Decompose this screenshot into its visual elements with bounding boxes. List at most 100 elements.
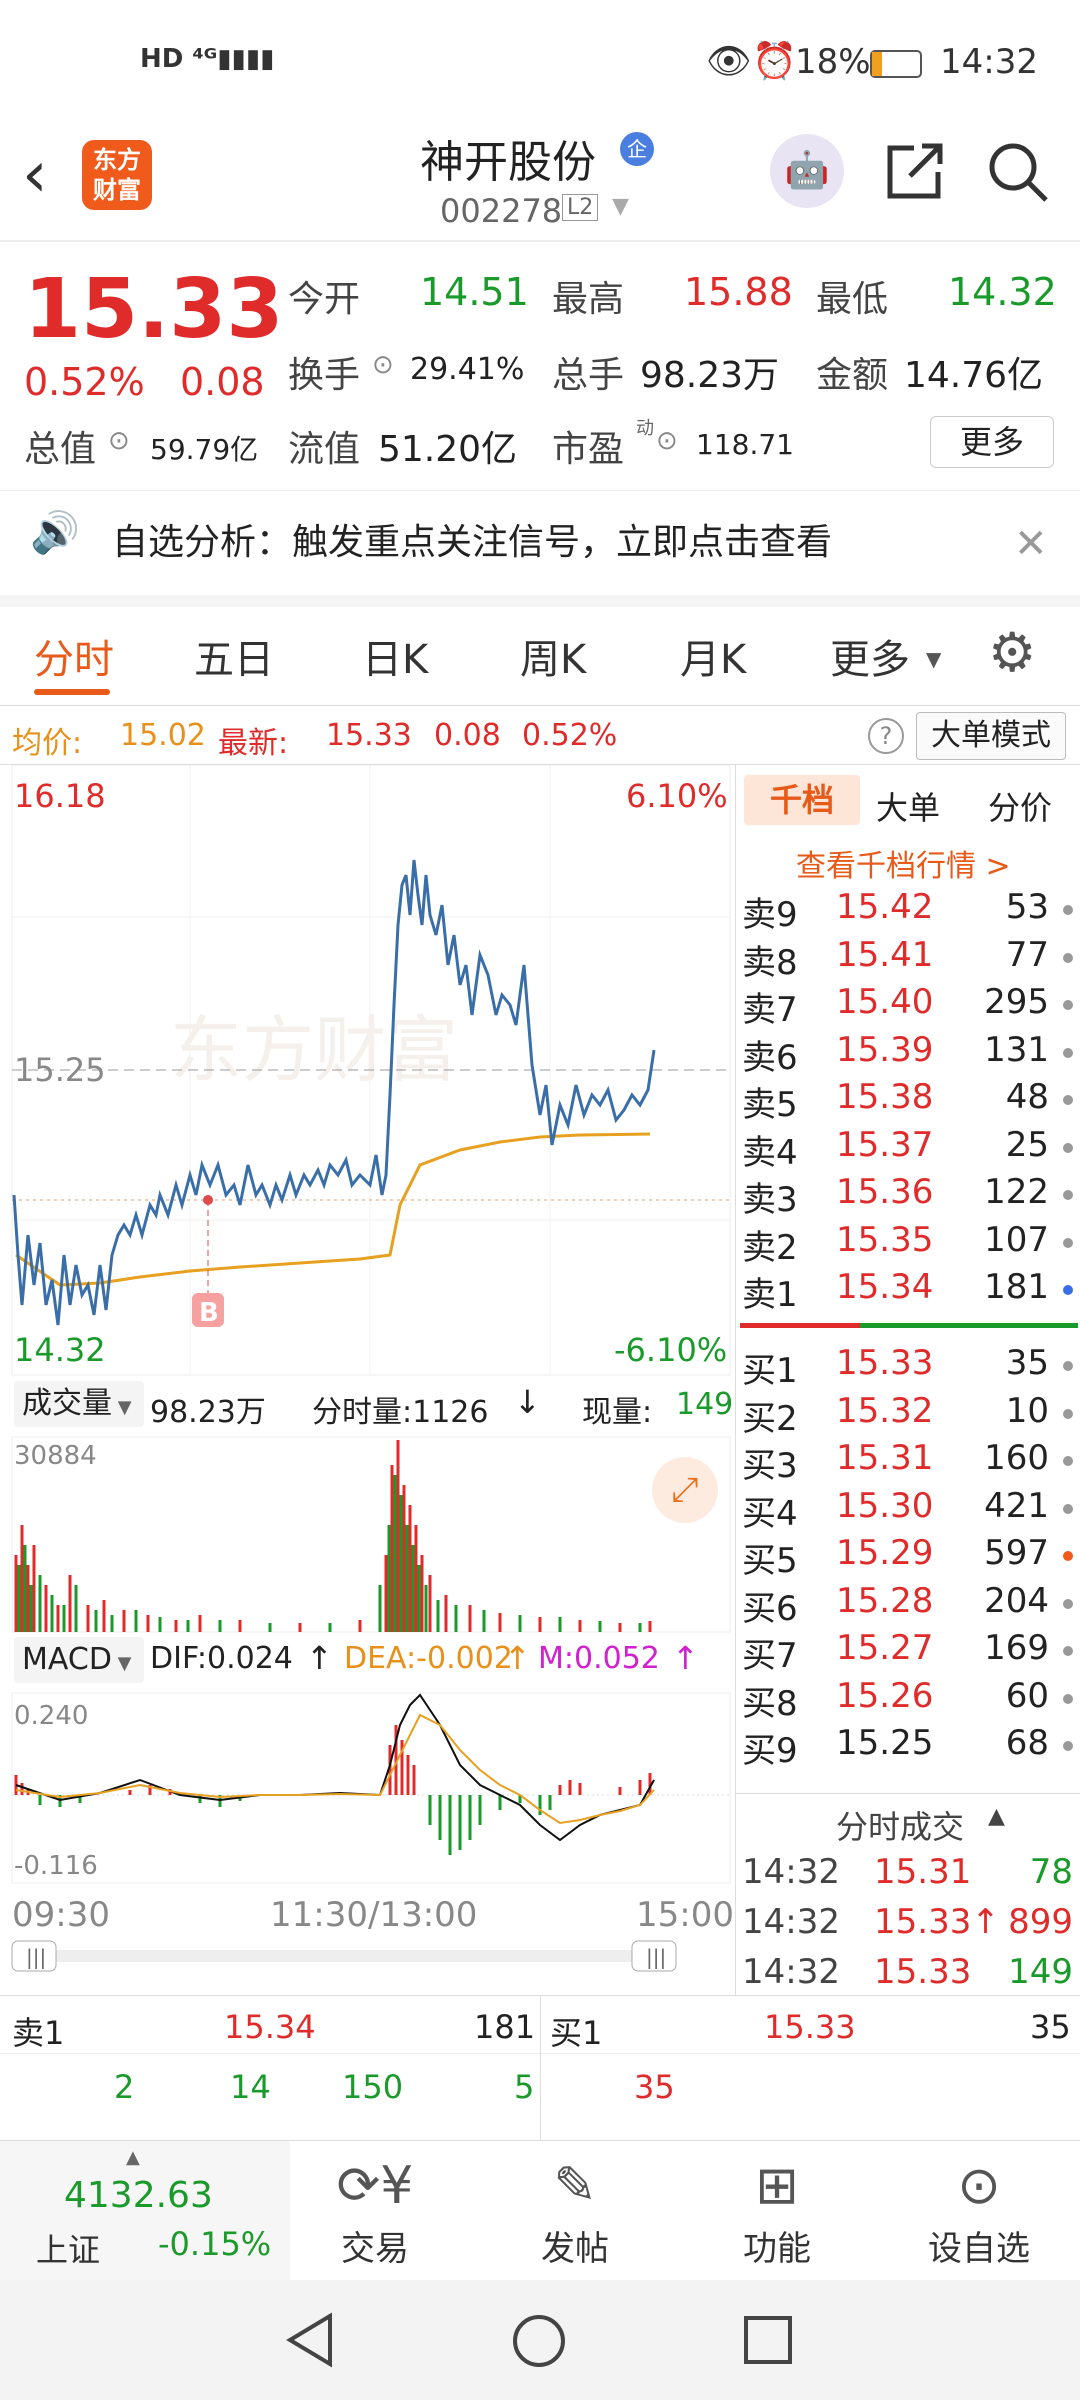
tab-thousand-level[interactable]: 千档 [744, 775, 860, 825]
level-label: 卖8 [742, 942, 798, 983]
stock-code: 002278 [440, 192, 563, 230]
bid-row[interactable]: 买1 15.33 35 [736, 1343, 1080, 1391]
status-dot [1063, 1646, 1073, 1656]
macd-bottom: -0.116 [14, 1851, 98, 1881]
tab-indicator [34, 689, 110, 695]
bid-row[interactable]: 买4 15.30 421 [736, 1486, 1080, 1534]
function-button[interactable]: ⊞ 功能 [702, 2151, 852, 2270]
ask-row[interactable]: 卖6 15.39 131 [736, 1030, 1080, 1078]
index-ticker[interactable]: ▲ 4132.63 上证 -0.15% [0, 2141, 290, 2281]
time-start: 09:30 [12, 1895, 110, 1935]
back-triangle-icon[interactable] [282, 2310, 336, 2370]
post-button[interactable]: ✎ 发帖 [500, 2151, 650, 2270]
quote-panel: 15.33 0.52% 0.08 总值 ⊙ 59.79亿 今开 14.51 最高… [0, 240, 1080, 490]
level-volume: 53 [1005, 887, 1049, 927]
battery-text: 18% [795, 42, 871, 82]
high-value: 15.88 [684, 270, 793, 314]
dea-value: DEA:-0.002 [344, 1641, 513, 1676]
level-label: 买9 [742, 1731, 798, 1771]
ask-row[interactable]: 卖8 15.41 77 [736, 935, 1080, 983]
ask-row[interactable]: 卖5 15.38 48 [736, 1077, 1080, 1125]
trade-volume: 899 [1008, 1902, 1073, 1942]
gear-icon[interactable]: ⚙ [988, 621, 1036, 684]
assistant-avatar-icon[interactable]: 🤖 [770, 134, 844, 208]
trade-time: 14:32 [742, 1902, 840, 1942]
bid-row[interactable]: 买9 15.25 68 [736, 1723, 1080, 1771]
info-icon[interactable]: ⊙ [656, 426, 678, 456]
level-volume: 10 [1005, 1390, 1049, 1431]
change-amount: 0.08 [180, 360, 265, 404]
info-icon[interactable]: ⊙ [372, 350, 394, 380]
scroll-handle-left[interactable]: ||| [26, 1945, 46, 1969]
level-price: 15.38 [836, 1077, 934, 1117]
help-icon[interactable]: ? [868, 718, 904, 754]
ask-row[interactable]: 卖1 15.34 181 [736, 1267, 1080, 1315]
tab-monthly-k[interactable]: 月K [680, 627, 746, 685]
volume-label: 成交量 [22, 1386, 112, 1421]
amount-value: 14.76亿 [904, 355, 1044, 396]
close-icon[interactable]: ✕ [1014, 521, 1048, 567]
nav-bar: ‹ 东方 财富 神开股份 企 002278 L2 ▼ 🤖 [0, 110, 1080, 240]
yen-exchange-icon: ⟳¥ [336, 2156, 414, 2216]
tab-more[interactable]: 更多 [830, 627, 910, 685]
alert-banner[interactable]: 🔊 自选分析：触发重点关注信号，立即点击查看 ✕ [0, 490, 1080, 595]
tab-five-day[interactable]: 五日 [194, 627, 274, 685]
bid-row[interactable]: 买6 15.28 204 [736, 1581, 1080, 1629]
level-price: 15.32 [836, 1390, 934, 1431]
volume-selector[interactable]: 成交量 ▼ [14, 1381, 144, 1427]
big-order-mode-button[interactable]: 大单模式 [916, 712, 1066, 760]
expand-icon[interactable]: ⤢ [652, 1457, 718, 1523]
share-icon[interactable] [884, 140, 946, 202]
brand-logo: 东方 财富 [82, 140, 152, 210]
mktcap-value: 59.79亿 [150, 433, 259, 466]
macd-selector[interactable]: MACD ▼ [14, 1637, 144, 1683]
low-label: 最低 [816, 279, 889, 320]
view-depth-link[interactable]: 查看千档行情 > [796, 841, 1011, 885]
back-icon[interactable]: ‹ [22, 138, 48, 212]
tab-weekly-k[interactable]: 周K [520, 627, 586, 685]
ask-row[interactable]: 卖7 15.40 295 [736, 982, 1080, 1030]
latest-pct: 0.52% [522, 718, 618, 753]
info-icon[interactable]: ⊙ [108, 426, 130, 456]
ask-row[interactable]: 卖4 15.37 25 [736, 1125, 1080, 1173]
buy-marker[interactable]: B [199, 1298, 219, 1328]
trade-row: 14:32 15.33↑ 899 [736, 1902, 1080, 1950]
ask-row[interactable]: 卖2 15.35 107 [736, 1220, 1080, 1268]
chart-svg[interactable]: 东方财富 B [0, 765, 735, 1995]
level-price: 15.25 [836, 1723, 934, 1763]
pe-dynamic-tag: 动 [636, 418, 654, 439]
y-min: 14.32 [14, 1331, 106, 1369]
banner-text[interactable]: 自选分析：触发重点关注信号，立即点击查看 [112, 513, 832, 565]
bid-row[interactable]: 买7 15.27 169 [736, 1628, 1080, 1676]
scroll-handle-right[interactable]: ||| [646, 1945, 666, 1969]
level-price: 15.29 [836, 1533, 934, 1573]
post-label: 发帖 [541, 2229, 609, 2269]
system-nav [0, 2280, 1080, 2400]
more-button[interactable]: 更多 [930, 416, 1054, 468]
add-watchlist-button[interactable]: ⊙ 设自选 [904, 2151, 1054, 2270]
now-volume: 149 [676, 1387, 734, 1422]
level-price: 15.41 [836, 934, 934, 975]
tab-daily-k[interactable]: 日K [362, 627, 428, 685]
ask-row[interactable]: 卖9 15.42 53 [736, 887, 1080, 935]
home-circle-icon[interactable] [510, 2312, 568, 2370]
trade-button[interactable]: ⟳¥ 交易 [300, 2151, 450, 2270]
status-dot [1063, 1190, 1073, 1200]
bid-row[interactable]: 买8 15.26 60 [736, 1676, 1080, 1724]
tab-price-distribution[interactable]: 分价 [988, 783, 1052, 829]
bid-row[interactable]: 买5 15.29 597 [736, 1533, 1080, 1581]
chevron-down-icon[interactable]: ▼ [612, 194, 629, 219]
tab-big-order[interactable]: 大单 [876, 783, 940, 829]
level-volume: 160 [984, 1438, 1049, 1478]
order-book: 千档 大单 分价 查看千档行情 > 卖9 15.42 53 卖8 15.41 77 卖7 15… [735, 765, 1080, 1995]
level-price: 15.39 [836, 1029, 934, 1070]
index-change: -0.15% [158, 2225, 272, 2263]
ask-row[interactable]: 卖3 15.36 122 [736, 1172, 1080, 1220]
tab-intraday[interactable]: 分时 [34, 627, 114, 685]
caret-up-icon[interactable]: ▲ [988, 1804, 1005, 1829]
search-icon[interactable] [986, 140, 1050, 204]
trade-time: 14:32 [742, 1952, 840, 1992]
recents-square-icon[interactable] [742, 2314, 794, 2366]
bid-row[interactable]: 买2 15.32 10 [736, 1391, 1080, 1439]
bid-row[interactable]: 买3 15.31 160 [736, 1438, 1080, 1486]
